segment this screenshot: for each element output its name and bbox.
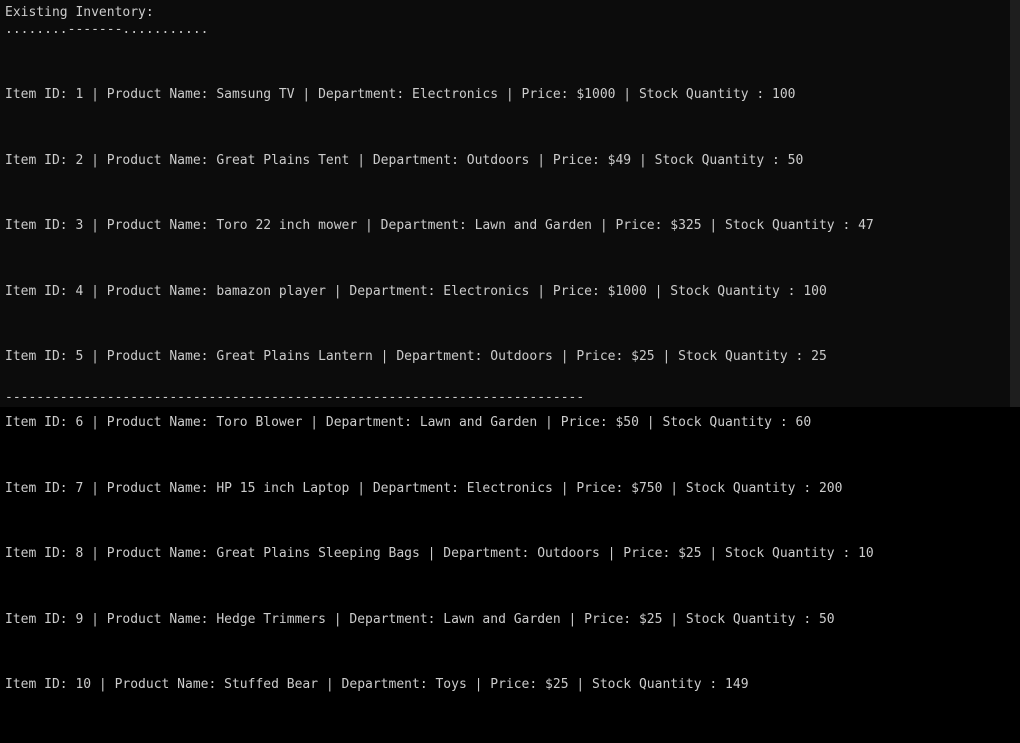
inventory-row: Item ID: 4 | Product Name: bamazon playe…	[5, 283, 827, 299]
inventory-row: Item ID: 2 | Product Name: Great Plains …	[5, 152, 804, 168]
inventory-row: Item ID: 1 | Product Name: Samsung TV | …	[5, 87, 796, 102]
separator-bottom: ----------------------------------------…	[5, 390, 585, 405]
inventory-row: Item ID: 9 | Product Name: Hedge Trimmer…	[5, 611, 835, 627]
inventory-row: Item ID: 3 | Product Name: Toro 22 inch …	[5, 218, 874, 234]
inventory-row: Item ID: 6 | Product Name: Toro Blower |…	[5, 414, 812, 430]
inventory-row: Item ID: 10 | Product Name: Stuffed Bear…	[5, 677, 749, 693]
inventory-header: Existing Inventory:	[5, 5, 154, 20]
terminal-window[interactable]: Existing Inventory: ........-------.....…	[0, 0, 1020, 692]
inventory-row: Item ID: 8 | Product Name: Great Plains …	[5, 546, 874, 562]
inventory-row: Item ID: 7 | Product Name: HP 15 inch La…	[5, 480, 843, 496]
inventory-row: Item ID: 5 | Product Name: Great Plains …	[5, 349, 827, 365]
window-edge	[1010, 0, 1020, 407]
separator-top: ........-------...........	[5, 22, 209, 37]
